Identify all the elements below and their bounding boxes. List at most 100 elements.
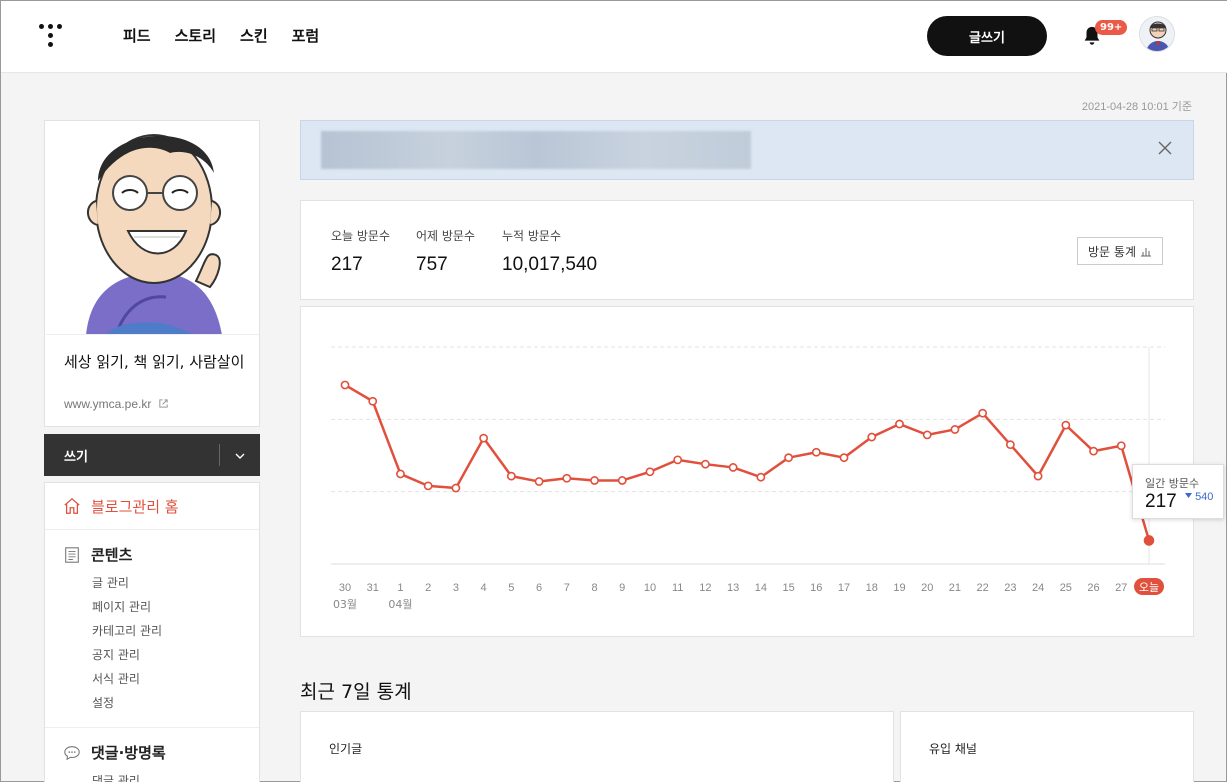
blog-url-text: www.ymca.pe.kr	[64, 397, 152, 411]
top-bar: 피드 스토리 스킨 포럼 글쓰기 99+	[1, 1, 1227, 73]
blog-profile-image	[46, 121, 259, 335]
stat-today-label: 오늘 방문수	[331, 229, 391, 243]
menu-comments[interactable]: 댓글·방명록	[45, 742, 259, 763]
line-chart: 30 31 1 2 3 4 5 6 7 8 9 10 11 12 13 14 15 16 17 18 19 20 21 22 2…	[331, 346, 1165, 611]
x-tick-label: 21	[949, 582, 961, 594]
menu-comments-label: 댓글·방명록	[91, 744, 166, 762]
tooltip-value: 217	[1145, 491, 1177, 512]
data-point	[839, 453, 849, 463]
data-point	[423, 481, 433, 491]
x-tick-label: 10	[644, 582, 656, 594]
stat-total-value: 10,017,540	[502, 254, 598, 275]
menu-contents[interactable]: 콘텐츠	[45, 544, 259, 565]
recent-7-days-title: 최근 7일 통계	[300, 681, 412, 703]
stat-today: 오늘 방문수 217	[331, 227, 390, 276]
nav-feed[interactable]: 피드	[123, 25, 151, 46]
menu-home-label: 블로그관리 홈	[91, 497, 179, 516]
data-point	[1089, 446, 1098, 456]
menu-page-manage[interactable]: 페이지 관리	[45, 595, 259, 619]
x-tick-label: 8	[591, 582, 597, 594]
inflow-channels-title: 유입 채널	[929, 742, 977, 756]
data-point	[673, 455, 683, 465]
tistory-logo[interactable]	[37, 21, 65, 49]
menu-post-manage[interactable]: 글 관리	[45, 571, 259, 595]
nav-skin[interactable]: 스킨	[240, 25, 268, 46]
x-tick-label: 24	[1032, 582, 1044, 594]
chart-tooltip: 일간 방문수 217 540	[1132, 464, 1224, 519]
data-point	[728, 463, 738, 472]
data-point	[562, 473, 572, 483]
x-tick-label: 9	[619, 582, 625, 594]
inflow-channels-panel: 유입 채널	[900, 711, 1194, 782]
x-tick-label: 22	[977, 582, 989, 594]
data-point	[784, 453, 793, 463]
menu-section-comments: 댓글·방명록 댓글 관리	[45, 728, 259, 782]
x-tick-label: 오늘	[1139, 581, 1159, 594]
x-tick-label: 15	[782, 582, 794, 594]
popular-posts-panel: 인기글	[300, 711, 894, 782]
external-link-icon	[159, 399, 168, 408]
stat-yesterday-label: 어제 방문수	[416, 229, 476, 243]
data-point	[701, 459, 710, 469]
data-point	[922, 430, 932, 440]
main-nav: 피드 스토리 스킨 포럼	[123, 25, 319, 46]
data-point	[590, 476, 599, 485]
x-tick-label: 3	[453, 582, 459, 594]
menu-section-contents: 콘텐츠 글 관리 페이지 관리 카테고리 관리 공지 관리 서식 관리 설정	[45, 530, 259, 728]
month-label: 03월	[333, 598, 357, 611]
data-point	[1116, 441, 1126, 451]
menu-settings[interactable]: 설정	[45, 691, 259, 715]
blog-url-link[interactable]: www.ymca.pe.kr	[64, 397, 169, 411]
nav-story[interactable]: 스토리	[175, 25, 216, 46]
avatar-image	[1140, 17, 1174, 51]
tooltip-delta-value: 540	[1195, 491, 1214, 503]
data-point	[950, 425, 960, 434]
comments-submenu: 댓글 관리	[45, 769, 259, 782]
x-tick-label: 1	[397, 582, 403, 594]
popular-posts-title: 인기글	[329, 742, 363, 756]
blurred-notice-text	[321, 131, 751, 169]
data-point	[756, 472, 766, 482]
x-tick-label: 7	[564, 582, 570, 594]
x-tick-label: 31	[367, 582, 379, 594]
data-point	[895, 419, 904, 429]
menu-template-manage[interactable]: 서식 관리	[45, 667, 259, 691]
menu-notice-manage[interactable]: 공지 관리	[45, 643, 259, 667]
data-point	[1033, 471, 1043, 481]
home-icon	[64, 497, 80, 514]
nav-forum[interactable]: 포럼	[292, 25, 320, 46]
x-tick-label: 16	[810, 582, 822, 594]
x-tick-label: 20	[921, 582, 933, 594]
x-tick-label: 18	[866, 582, 878, 594]
visit-stats-button[interactable]: 방문 통계	[1077, 237, 1163, 265]
x-tick-label: 14	[755, 582, 767, 594]
chevron-down-icon[interactable]	[220, 448, 260, 462]
stats-timestamp: 2021-04-28 10:01 기준	[1081, 101, 1192, 113]
avatar[interactable]	[1139, 16, 1175, 52]
write-button[interactable]: 쓰기	[44, 446, 219, 465]
series-line	[344, 383, 1151, 541]
document-icon	[65, 546, 79, 563]
contents-submenu: 글 관리 페이지 관리 카테고리 관리 공지 관리 서식 관리 설정	[45, 571, 259, 715]
menu-comment-manage[interactable]: 댓글 관리	[45, 769, 259, 782]
x-tick-label: 5	[508, 582, 514, 594]
blog-title[interactable]: 세상 읽기, 책 읽기, 사람살이	[64, 351, 249, 373]
menu-contents-label: 콘텐츠	[91, 546, 133, 564]
menu-home[interactable]: 블로그관리 홈	[45, 483, 259, 530]
menu-category-manage[interactable]: 카테고리 관리	[45, 619, 259, 643]
close-icon[interactable]	[1157, 140, 1173, 156]
data-point	[645, 467, 655, 477]
x-tick-label: 2	[425, 582, 431, 594]
data-point	[534, 477, 544, 486]
stat-total: 누적 방문수 10,017,540	[502, 227, 597, 276]
data-point	[1061, 420, 1071, 430]
write-post-button[interactable]: 글쓰기	[927, 16, 1047, 56]
visit-stats-label: 방문 통계	[1088, 244, 1136, 259]
data-point	[506, 471, 516, 481]
bar-chart-icon	[1141, 247, 1151, 256]
x-tick-label: 12	[699, 582, 711, 594]
write-menu-bar: 쓰기	[44, 434, 260, 476]
tooltip-title: 일간 방문수	[1145, 477, 1200, 490]
stat-today-value: 217	[331, 254, 363, 275]
notification-badge: 99+	[1095, 20, 1128, 35]
